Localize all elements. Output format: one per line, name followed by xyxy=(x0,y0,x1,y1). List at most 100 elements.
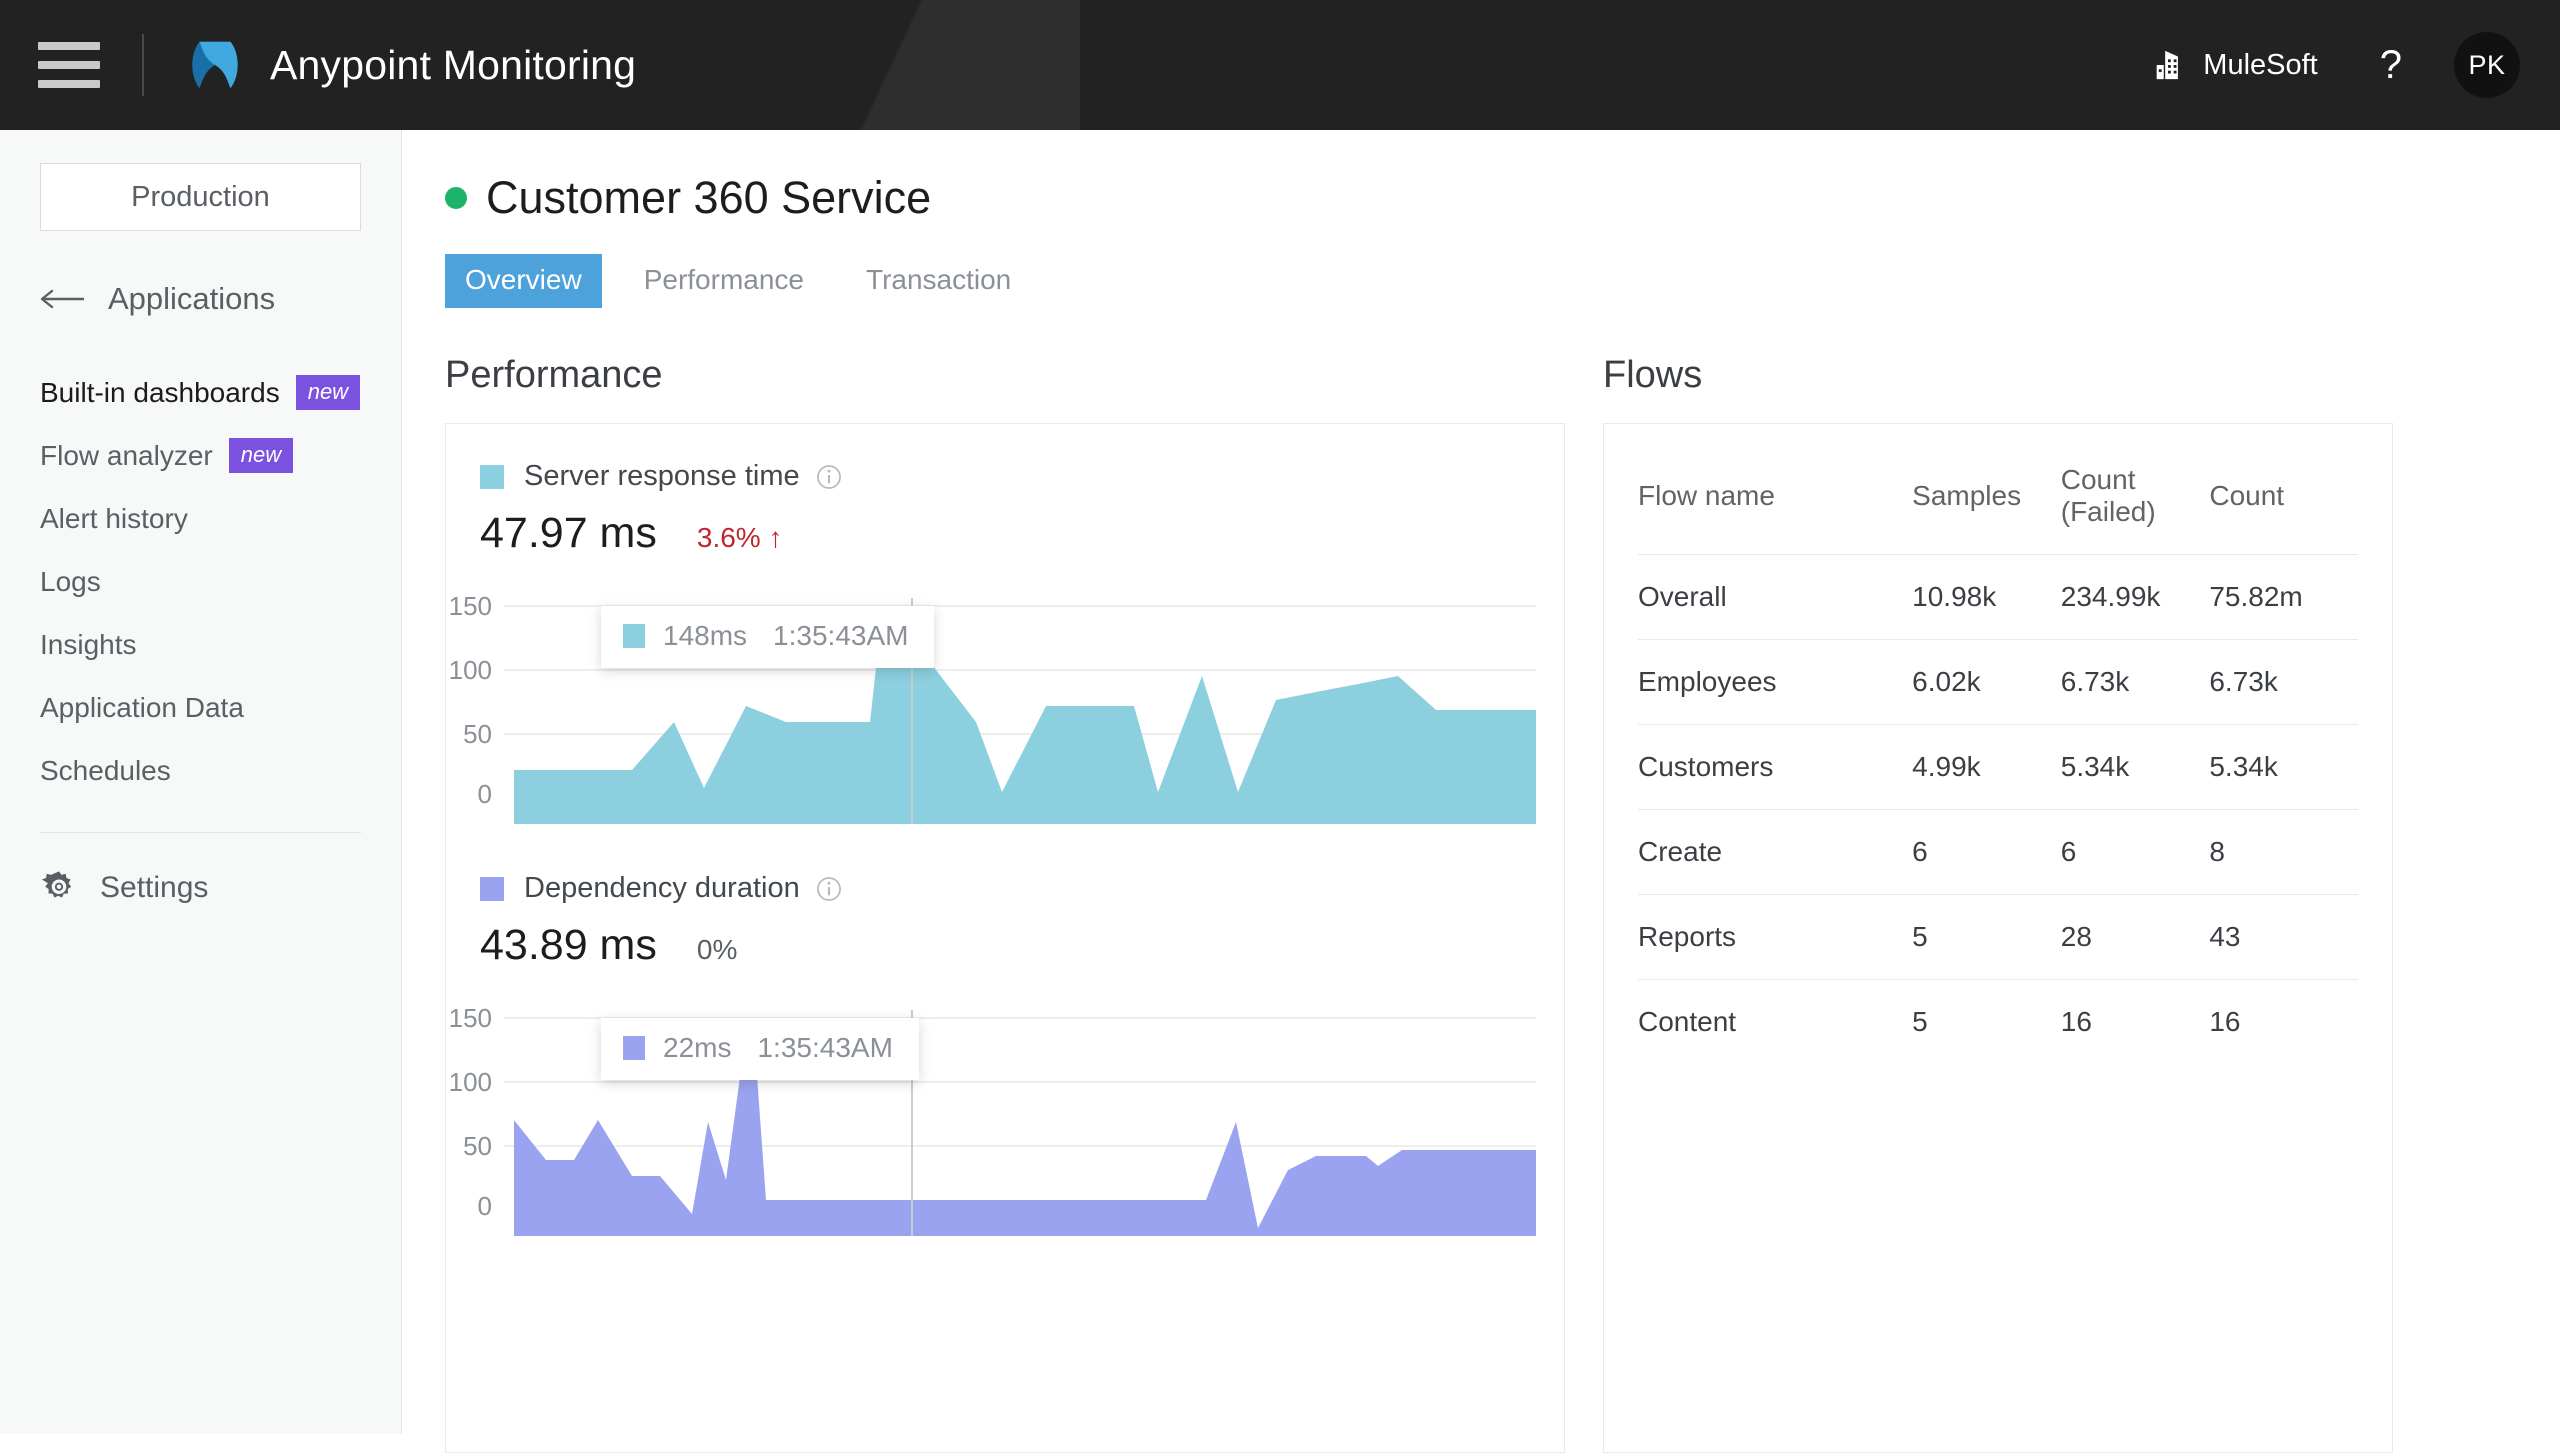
metric-value-row: 43.89 ms 0% xyxy=(480,921,1564,970)
anypoint-logo-icon xyxy=(192,41,238,89)
table-row[interactable]: Content 5 16 16 xyxy=(1638,979,2358,1064)
organization-selector[interactable]: MuleSoft xyxy=(2151,48,2318,82)
settings-label: Settings xyxy=(100,871,209,904)
metric-delta: 0% xyxy=(696,934,738,965)
sidebar-item-logs[interactable]: Logs xyxy=(0,550,401,613)
tab-overview[interactable]: Overview xyxy=(445,254,602,308)
chart-dependency-duration[interactable]: 150 100 50 0 22ms 1:35:43AM xyxy=(446,1000,1564,1236)
flows-column: Flows Flow name Samples Count (Failed) C… xyxy=(1603,354,2393,1453)
app-title: Anypoint Monitoring xyxy=(270,41,637,88)
hamburger-line xyxy=(38,61,100,69)
performance-column: Performance Server response time 47.97 m… xyxy=(445,354,1565,1453)
tooltip-value: 148ms xyxy=(663,620,748,651)
series-area-path xyxy=(514,1062,1536,1236)
page-title-row: Customer 360 Service xyxy=(445,172,2560,224)
tooltip-color-swatch xyxy=(623,624,645,648)
metric-value-row: 47.97 ms 3.6% ↑ xyxy=(480,509,1564,558)
sidebar-item-label: Schedules xyxy=(40,754,171,786)
table-row[interactable]: Create 6 6 8 xyxy=(1638,809,2358,895)
brand-home-link[interactable]: Anypoint Monitoring xyxy=(186,36,636,94)
ytick-150: 150 xyxy=(449,1003,492,1033)
help-icon[interactable]: ? xyxy=(2380,45,2402,85)
column-header-count-failed[interactable]: Count (Failed) xyxy=(2061,424,2210,555)
flows-table-head: Flow name Samples Count (Failed) Count xyxy=(1638,424,2358,555)
content-columns: Performance Server response time 47.97 m… xyxy=(403,354,2560,1453)
avatar[interactable]: PK xyxy=(2454,32,2520,98)
cell-count: 43 xyxy=(2209,894,2358,980)
sidebar-item-label: Built-in dashboards xyxy=(40,376,280,408)
sidebar-item-settings[interactable]: Settings xyxy=(40,869,401,907)
building-icon xyxy=(2156,50,2179,80)
chart-tooltip: 22ms 1:35:43AM xyxy=(601,1018,919,1080)
hamburger-line xyxy=(38,80,100,88)
cell-count: 5.34k xyxy=(2209,724,2358,810)
sidebar-item-alert-history[interactable]: Alert history xyxy=(0,487,401,550)
page-header: Customer 360 Service Overview Performanc… xyxy=(403,130,2560,308)
cell-count: 8 xyxy=(2209,809,2358,895)
tooltip-time: 1:35:43AM xyxy=(757,1032,893,1063)
topbar-sheen-decoration xyxy=(760,0,1080,130)
cell-count-failed: 234.99k xyxy=(2060,554,2210,640)
cell-flow-name: Employees xyxy=(1638,639,1913,725)
tooltip-value: 22ms xyxy=(663,1032,732,1063)
cell-flow-name: Create xyxy=(1638,809,1913,895)
sidebar-item-flow-analyzer[interactable]: Flow analyzer new xyxy=(0,424,401,487)
organization-name: MuleSoft xyxy=(2203,48,2318,81)
info-circle-icon[interactable] xyxy=(816,876,842,902)
cell-count-failed: 6 xyxy=(2060,809,2210,895)
chart-tooltip: 148ms 1:35:43AM xyxy=(601,606,935,668)
sidebar-divider xyxy=(40,832,361,833)
cell-samples: 10.98k xyxy=(1912,554,2061,640)
table-row[interactable]: Customers 4.99k 5.34k 5.34k xyxy=(1638,724,2358,810)
cell-flow-name: Content xyxy=(1638,979,1913,1064)
cell-count: 16 xyxy=(2209,979,2358,1064)
topbar-divider xyxy=(142,34,144,96)
chart-server-response-time[interactable]: 150 100 50 0 148ms 1:35:43AM xyxy=(446,588,1564,824)
flows-section-title: Flows xyxy=(1603,354,1703,396)
sidebar-nav: Built-in dashboards new Flow analyzer ne… xyxy=(0,361,401,802)
cell-samples: 6 xyxy=(1912,809,2061,895)
performance-section-title: Performance xyxy=(445,354,663,396)
tab-performance[interactable]: Performance xyxy=(624,254,824,308)
ytick-50: 50 xyxy=(463,1131,492,1161)
cell-count-failed: 6.73k xyxy=(2060,639,2210,725)
table-header-row: Flow name Samples Count (Failed) Count xyxy=(1638,424,2358,555)
tooltip-color-swatch xyxy=(623,1036,645,1060)
flows-table: Flow name Samples Count (Failed) Count O… xyxy=(1638,424,2358,1064)
sidebar-item-label: Flow analyzer xyxy=(40,439,213,471)
metric-name: Dependency duration xyxy=(524,872,800,904)
table-row[interactable]: Reports 5 28 43 xyxy=(1638,894,2358,980)
tab-bar: Overview Performance Transaction xyxy=(445,254,2560,308)
sidebar-item-built-in-dashboards[interactable]: Built-in dashboards new xyxy=(0,361,401,424)
sidebar-item-application-data[interactable]: Application Data xyxy=(0,676,401,739)
sidebar-item-insights[interactable]: Insights xyxy=(0,613,401,676)
new-badge: new xyxy=(295,374,361,411)
column-header-samples[interactable]: Samples xyxy=(1912,424,2061,555)
hamburger-icon[interactable] xyxy=(38,42,100,88)
metric-label-row: Dependency duration xyxy=(480,872,1564,905)
column-header-flow-name[interactable]: Flow name xyxy=(1638,424,1912,555)
main-content: Customer 360 Service Overview Performanc… xyxy=(403,130,2560,1453)
cell-count-failed: 5.34k xyxy=(2060,724,2210,810)
tab-transaction[interactable]: Transaction xyxy=(846,254,1031,308)
table-row[interactable]: Employees 6.02k 6.73k 6.73k xyxy=(1638,639,2358,725)
column-header-count[interactable]: Count xyxy=(2209,424,2358,555)
back-to-applications-link[interactable]: Applications xyxy=(40,281,401,317)
environment-selector[interactable]: Production xyxy=(40,163,361,231)
table-row[interactable]: Overall 10.98k 234.99k 75.82m xyxy=(1638,554,2358,640)
cell-count-failed: 28 xyxy=(2060,894,2210,980)
info-circle-icon[interactable] xyxy=(816,464,842,490)
sidebar-item-schedules[interactable]: Schedules xyxy=(0,739,401,802)
ytick-150: 150 xyxy=(449,591,492,621)
tooltip-time: 1:35:43AM xyxy=(773,620,909,651)
cell-count: 75.82m xyxy=(2209,554,2358,640)
series-color-swatch xyxy=(480,464,504,489)
cell-samples: 4.99k xyxy=(1912,724,2061,810)
cell-count: 6.73k xyxy=(2209,639,2358,725)
cell-flow-name: Overall xyxy=(1638,554,1913,640)
gear-icon xyxy=(41,871,72,898)
metric-value: 47.97 ms xyxy=(480,509,657,557)
status-indicator-dot xyxy=(445,187,467,209)
ytick-100: 100 xyxy=(449,1067,492,1097)
hamburger-line xyxy=(38,42,100,50)
